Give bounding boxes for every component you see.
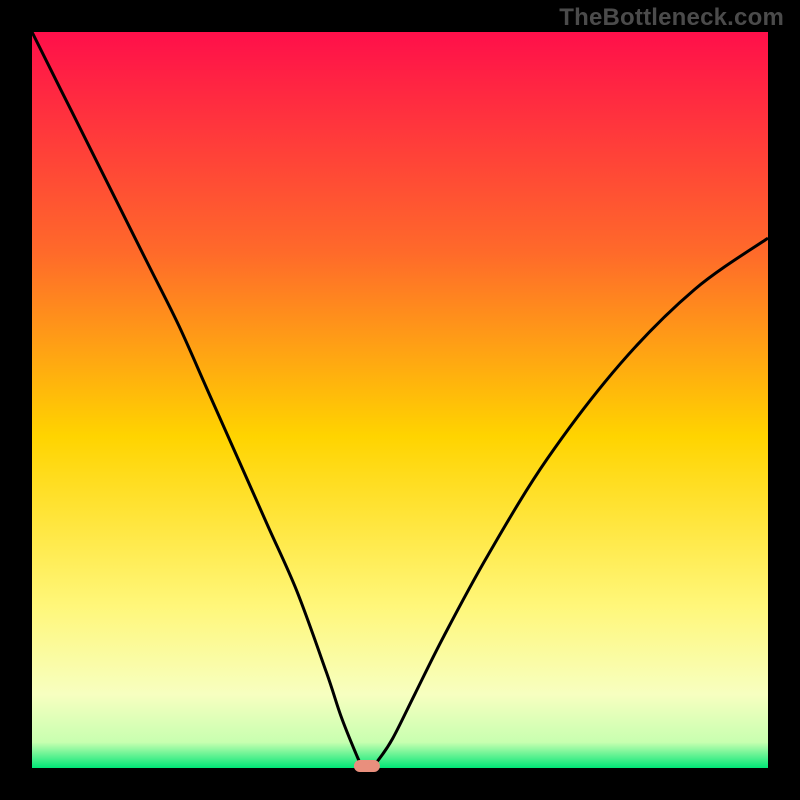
chart-container: { "watermark": "TheBottleneck.com", "col… (0, 0, 800, 800)
watermark-text: TheBottleneck.com (559, 4, 784, 32)
optimum-marker (354, 760, 380, 772)
plot-background (32, 32, 768, 768)
bottleneck-chart (0, 0, 800, 800)
